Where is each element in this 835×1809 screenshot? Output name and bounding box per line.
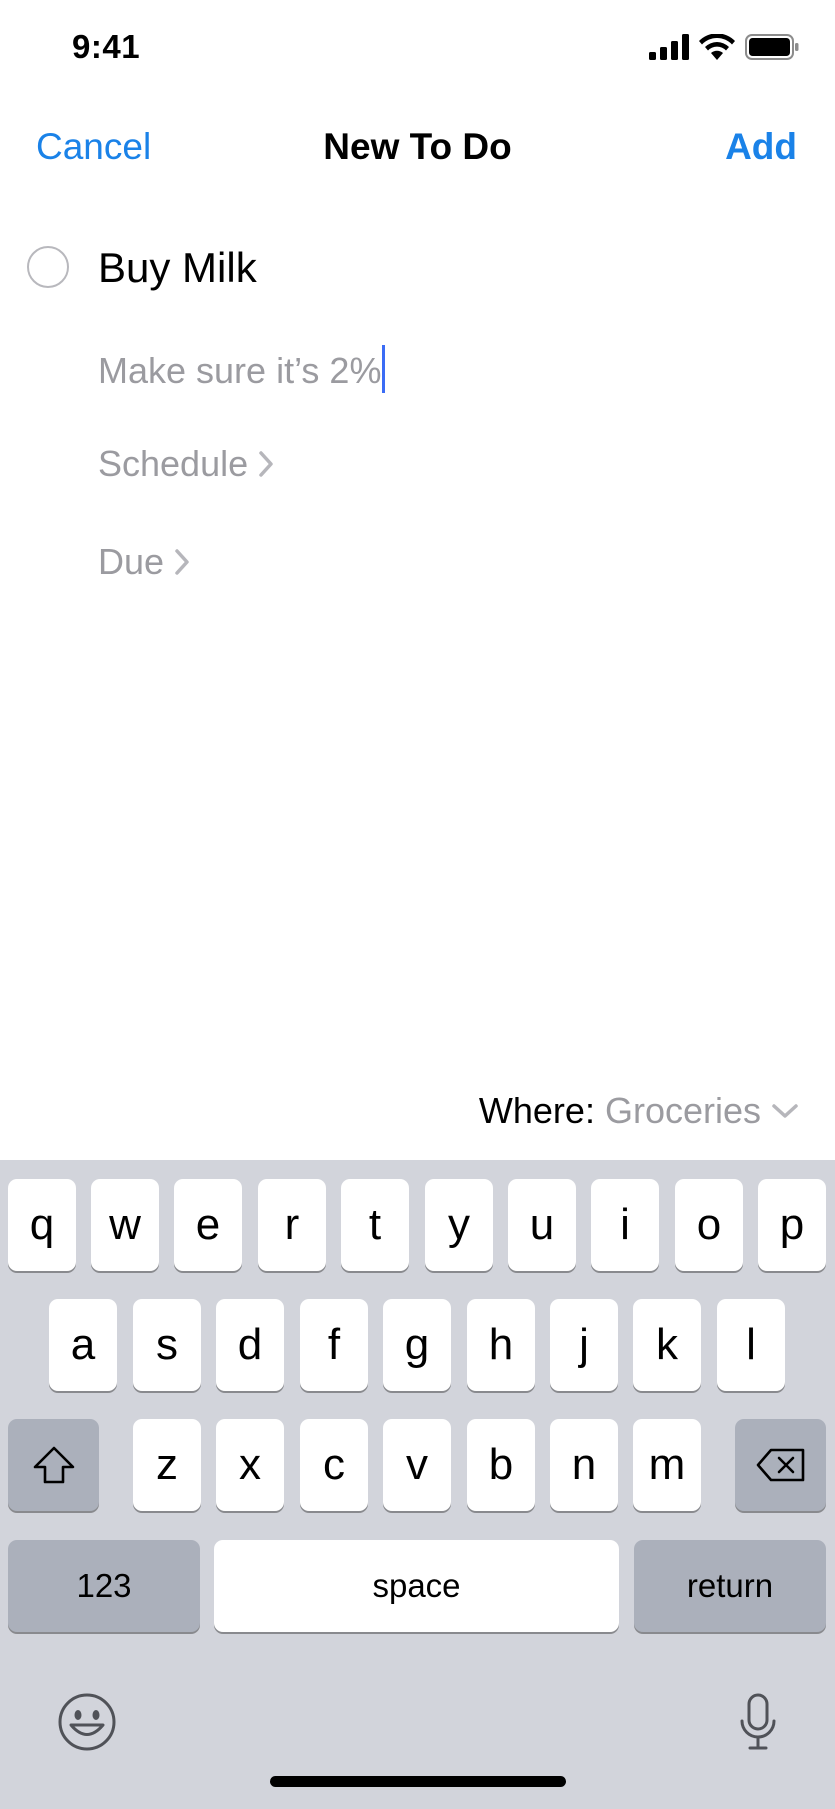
key-r[interactable]: r — [258, 1179, 326, 1271]
due-row[interactable]: Due — [98, 541, 190, 583]
key-q[interactable]: q — [8, 1179, 76, 1271]
delete-key[interactable] — [735, 1419, 826, 1511]
add-button[interactable]: Add — [725, 126, 797, 168]
emoji-button[interactable] — [54, 1689, 120, 1755]
todo-title-field[interactable]: Buy Milk — [98, 244, 257, 292]
schedule-row[interactable]: Schedule — [98, 443, 274, 485]
shift-icon — [33, 1446, 74, 1484]
chevron-right-icon — [175, 549, 189, 575]
battery-icon — [745, 34, 799, 60]
notes-field[interactable]: Make sure it’s 2% — [98, 345, 386, 393]
key-a[interactable]: a — [49, 1299, 117, 1391]
key-k[interactable]: k — [633, 1299, 701, 1391]
delete-icon — [756, 1448, 804, 1482]
home-indicator — [270, 1776, 566, 1787]
notes-value: Make sure it’s 2% — [98, 350, 382, 391]
chevron-down-icon — [772, 1104, 798, 1118]
key-t[interactable]: t — [341, 1179, 409, 1271]
key-g[interactable]: g — [383, 1299, 451, 1391]
microphone-button[interactable] — [730, 1687, 786, 1757]
key-z[interactable]: z — [133, 1419, 201, 1511]
key-d[interactable]: d — [216, 1299, 284, 1391]
key-o[interactable]: o — [675, 1179, 743, 1271]
key-v[interactable]: v — [383, 1419, 451, 1511]
where-selector[interactable]: Where: Groceries — [479, 1090, 799, 1132]
return-key[interactable]: return — [634, 1540, 826, 1632]
key-u[interactable]: u — [508, 1179, 576, 1271]
key-m[interactable]: m — [633, 1419, 701, 1511]
key-c[interactable]: c — [300, 1419, 368, 1511]
emoji-icon — [58, 1693, 116, 1751]
status-icons — [649, 34, 799, 60]
schedule-label: Schedule — [98, 443, 249, 484]
cancel-button[interactable]: Cancel — [36, 126, 151, 168]
todo-checkbox[interactable] — [27, 246, 69, 288]
numbers-key[interactable]: 123 — [8, 1540, 200, 1632]
chevron-right-icon — [259, 451, 273, 477]
key-s[interactable]: s — [133, 1299, 201, 1391]
key-x[interactable]: x — [216, 1419, 284, 1511]
key-y[interactable]: y — [425, 1179, 493, 1271]
where-value: Groceries — [604, 1090, 761, 1131]
shift-key[interactable] — [8, 1419, 99, 1511]
due-label: Due — [98, 541, 165, 582]
text-caret — [382, 345, 386, 393]
key-j[interactable]: j — [550, 1299, 618, 1391]
key-l[interactable]: l — [717, 1299, 785, 1391]
key-b[interactable]: b — [467, 1419, 535, 1511]
key-e[interactable]: e — [174, 1179, 242, 1271]
microphone-icon — [740, 1693, 776, 1750]
key-n[interactable]: n — [550, 1419, 618, 1511]
key-p[interactable]: p — [758, 1179, 826, 1271]
key-w[interactable]: w — [91, 1179, 159, 1271]
status-time: 9:41 — [72, 28, 141, 65]
key-h[interactable]: h — [467, 1299, 535, 1391]
wifi-icon — [699, 34, 735, 60]
cellular-signal-icon — [649, 34, 689, 60]
key-f[interactable]: f — [300, 1299, 368, 1391]
where-label: Where: — [478, 1090, 595, 1131]
keyboard: q w e r t y u i o p a s d f g h j k l z … — [0, 1160, 835, 1809]
key-i[interactable]: i — [591, 1179, 659, 1271]
space-key[interactable]: space — [214, 1540, 619, 1632]
